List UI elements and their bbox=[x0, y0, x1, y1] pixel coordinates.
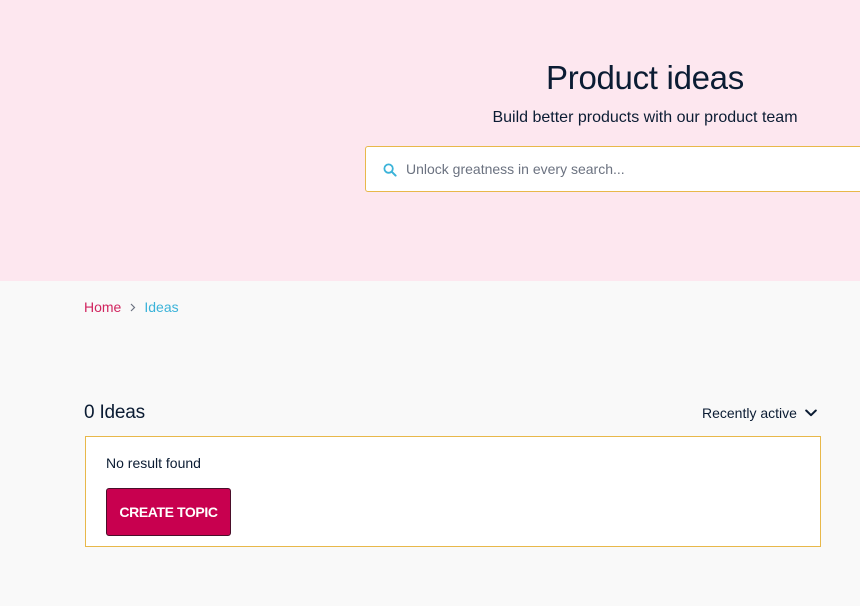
breadcrumb: Home Ideas bbox=[84, 299, 179, 315]
breadcrumb-ideas-link[interactable]: Ideas bbox=[144, 299, 178, 315]
sort-dropdown[interactable]: Recently active bbox=[702, 405, 817, 421]
results-panel: No result found CREATE TOPIC bbox=[85, 436, 821, 547]
page-title: Product ideas bbox=[546, 59, 744, 96]
sort-label: Recently active bbox=[702, 405, 797, 421]
page-subtitle: Build better products with our product t… bbox=[492, 109, 798, 126]
search-icon bbox=[383, 163, 397, 177]
search-input[interactable] bbox=[406, 147, 846, 191]
create-topic-button[interactable]: CREATE TOPIC bbox=[106, 488, 231, 536]
chevron-down-icon bbox=[805, 409, 817, 417]
ideas-count-heading: 0 Ideas bbox=[84, 402, 145, 423]
hero-banner: Product ideas Build better products with… bbox=[0, 0, 860, 281]
empty-state-message: No result found bbox=[106, 455, 201, 471]
breadcrumb-home-link[interactable]: Home bbox=[84, 299, 121, 315]
search-box[interactable] bbox=[365, 146, 860, 192]
chevron-right-icon bbox=[130, 303, 136, 311]
